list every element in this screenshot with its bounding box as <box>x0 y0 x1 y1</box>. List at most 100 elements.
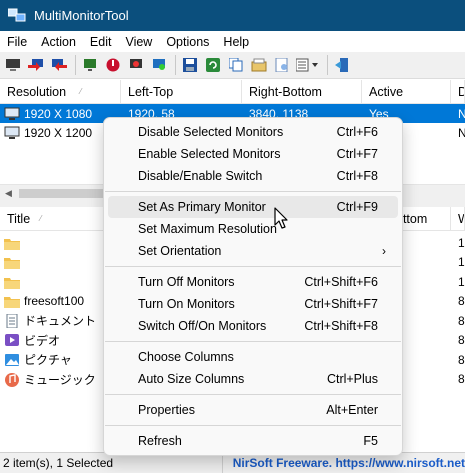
exit-icon[interactable] <box>332 55 352 75</box>
monitor-green-icon[interactable] <box>80 55 100 75</box>
window-title-value: ピクチャ <box>24 353 72 368</box>
column-active[interactable]: Active <box>362 79 451 104</box>
menu-item-label: Enable Selected Monitors <box>138 147 281 161</box>
menu-item-label: Properties <box>138 403 195 417</box>
w-value: 8- <box>458 372 465 387</box>
toolbar-separator <box>75 55 76 75</box>
window-title-value: ビデオ <box>24 333 61 348</box>
menu-item-shortcut: Ctrl+Shift+F7 <box>304 297 378 311</box>
menu-item-properties[interactable]: Properties Alt+Enter <box>108 399 398 421</box>
context-menu: Disable Selected Monitors Ctrl+F6 Enable S… <box>103 117 403 456</box>
menu-item-shortcut: Ctrl+F7 <box>336 147 378 161</box>
chevron-right-icon: › <box>382 244 386 258</box>
menu-item-label: Switch Off/On Monitors <box>138 319 267 333</box>
column-w[interactable]: W <box>451 206 465 231</box>
folder-icon <box>4 294 20 309</box>
menu-bar: File Action Edit View Options Help <box>0 31 465 52</box>
resolution-value: 1920 X 1080 <box>24 106 93 121</box>
properties-icon[interactable] <box>249 55 269 75</box>
menu-item-label: Refresh <box>138 434 182 448</box>
menu-item-set-as-primary-monitor[interactable]: Set As Primary Monitor Ctrl+F9 <box>108 196 398 218</box>
menu-item-refresh[interactable]: Refresh F5 <box>108 430 398 452</box>
view-mode-icon[interactable] <box>295 55 321 75</box>
menu-item-label: Set Orientation <box>138 244 222 258</box>
music-icon <box>4 372 20 388</box>
monitors-header: Resolution ⁄ Left-Top Right-Bottom Active… <box>0 79 465 104</box>
menu-view[interactable]: View <box>118 35 159 49</box>
menu-item-choose-columns[interactable]: Choose Columns <box>108 346 398 368</box>
toolbar-separator <box>175 55 176 75</box>
save-icon[interactable] <box>180 55 200 75</box>
monitor-icon <box>4 126 20 140</box>
menu-item-shortcut: Ctrl+F9 <box>336 200 378 214</box>
toolbar-separator <box>327 55 328 75</box>
menu-item-label: Choose Columns <box>138 350 234 364</box>
menu-separator <box>105 191 401 192</box>
menu-item-shortcut: Ctrl+Shift+F6 <box>304 275 378 289</box>
w-value: 8- <box>458 333 465 348</box>
menu-item-enable-selected-monitors[interactable]: Enable Selected Monitors Ctrl+F7 <box>108 143 398 165</box>
w-value: 1. <box>458 274 465 289</box>
menu-options[interactable]: Options <box>159 35 216 49</box>
column-left-top[interactable]: Left-Top <box>121 79 242 104</box>
menu-item-shortcut: F5 <box>363 434 378 448</box>
disable-monitor-icon[interactable] <box>49 55 69 75</box>
turn-off-icon[interactable] <box>103 55 123 75</box>
refresh-icon[interactable] <box>203 55 223 75</box>
menu-item-label: Disable Selected Monitors <box>138 125 284 139</box>
menu-separator <box>105 266 401 267</box>
menu-separator <box>105 341 401 342</box>
column-label: Title <box>7 211 31 226</box>
mouse-cursor-icon <box>274 207 290 231</box>
w-value: 8- <box>458 294 465 309</box>
menu-item-label: Set Maximum Resolution <box>138 222 277 236</box>
menu-item-shortcut: Ctrl+Shift+F8 <box>304 319 378 333</box>
extra-value: N <box>458 106 465 121</box>
window-title-value: ドキュメント <box>24 314 97 329</box>
menu-file[interactable]: File <box>0 35 34 49</box>
monitor-icon <box>4 107 20 121</box>
menu-item-turn-on-monitors[interactable]: Turn On Monitors Ctrl+Shift+F7 <box>108 293 398 315</box>
scroll-left-icon[interactable]: ◀ <box>0 185 17 202</box>
column-d[interactable]: D <box>451 79 465 104</box>
title-bar: MultiMonitorTool <box>0 0 465 31</box>
menu-action[interactable]: Action <box>34 35 83 49</box>
copy-icon[interactable] <box>226 55 246 75</box>
column-right-bottom[interactable]: Right-Bottom <box>242 79 362 104</box>
picture-icon <box>4 353 20 367</box>
menu-help[interactable]: Help <box>216 35 256 49</box>
monitor-red-icon[interactable] <box>126 55 146 75</box>
enable-monitor-icon[interactable] <box>26 55 46 75</box>
menu-item-shortcut: Ctrl+F6 <box>336 125 378 139</box>
nirsoft-link[interactable]: NirSoft Freeware. https://www.nirsoft.ne… <box>223 456 465 470</box>
column-label: Resolution <box>7 84 67 99</box>
monitor-blue-icon[interactable] <box>149 55 169 75</box>
w-value: 8- <box>458 352 465 367</box>
folder-icon <box>4 255 20 270</box>
w-value: 8- <box>458 313 465 328</box>
html-report-icon[interactable] <box>272 55 292 75</box>
menu-item-label: Disable/Enable Switch <box>138 169 263 183</box>
monitor-icon[interactable] <box>3 55 23 75</box>
menu-item-switch-off-on-monitors[interactable]: Switch Off/On Monitors Ctrl+Shift+F8 <box>108 315 398 337</box>
folder-icon <box>4 236 20 250</box>
menu-separator <box>105 394 401 395</box>
menu-item-label: Set As Primary Monitor <box>138 200 266 214</box>
column-resolution[interactable]: Resolution ⁄ <box>0 79 121 104</box>
extra-value: N <box>458 125 465 140</box>
menu-item-set-maximum-resolution[interactable]: Set Maximum Resolution <box>108 218 398 240</box>
menu-item-shortcut: Ctrl+Plus <box>326 372 378 386</box>
app-icon <box>7 8 26 24</box>
menu-edit[interactable]: Edit <box>83 35 119 49</box>
w-value: 1. <box>458 255 465 270</box>
menu-item-auto-size-columns[interactable]: Auto Size Columns Ctrl+Plus <box>108 368 398 390</box>
menu-item-turn-off-monitors[interactable]: Turn Off Monitors Ctrl+Shift+F6 <box>108 271 398 293</box>
menu-item-label: Auto Size Columns <box>138 372 245 386</box>
window-title: MultiMonitorTool <box>34 8 129 23</box>
menu-item-set-orientation[interactable]: Set Orientation › <box>108 240 398 262</box>
menu-item-disable-selected-monitors[interactable]: Disable Selected Monitors Ctrl+F6 <box>108 121 398 143</box>
toolbar <box>0 52 465 79</box>
menu-item-disable-enable-switch[interactable]: Disable/Enable Switch Ctrl+F8 <box>108 165 398 187</box>
menu-item-label: Turn On Monitors <box>138 297 235 311</box>
menu-item-shortcut: Ctrl+F8 <box>336 169 378 183</box>
